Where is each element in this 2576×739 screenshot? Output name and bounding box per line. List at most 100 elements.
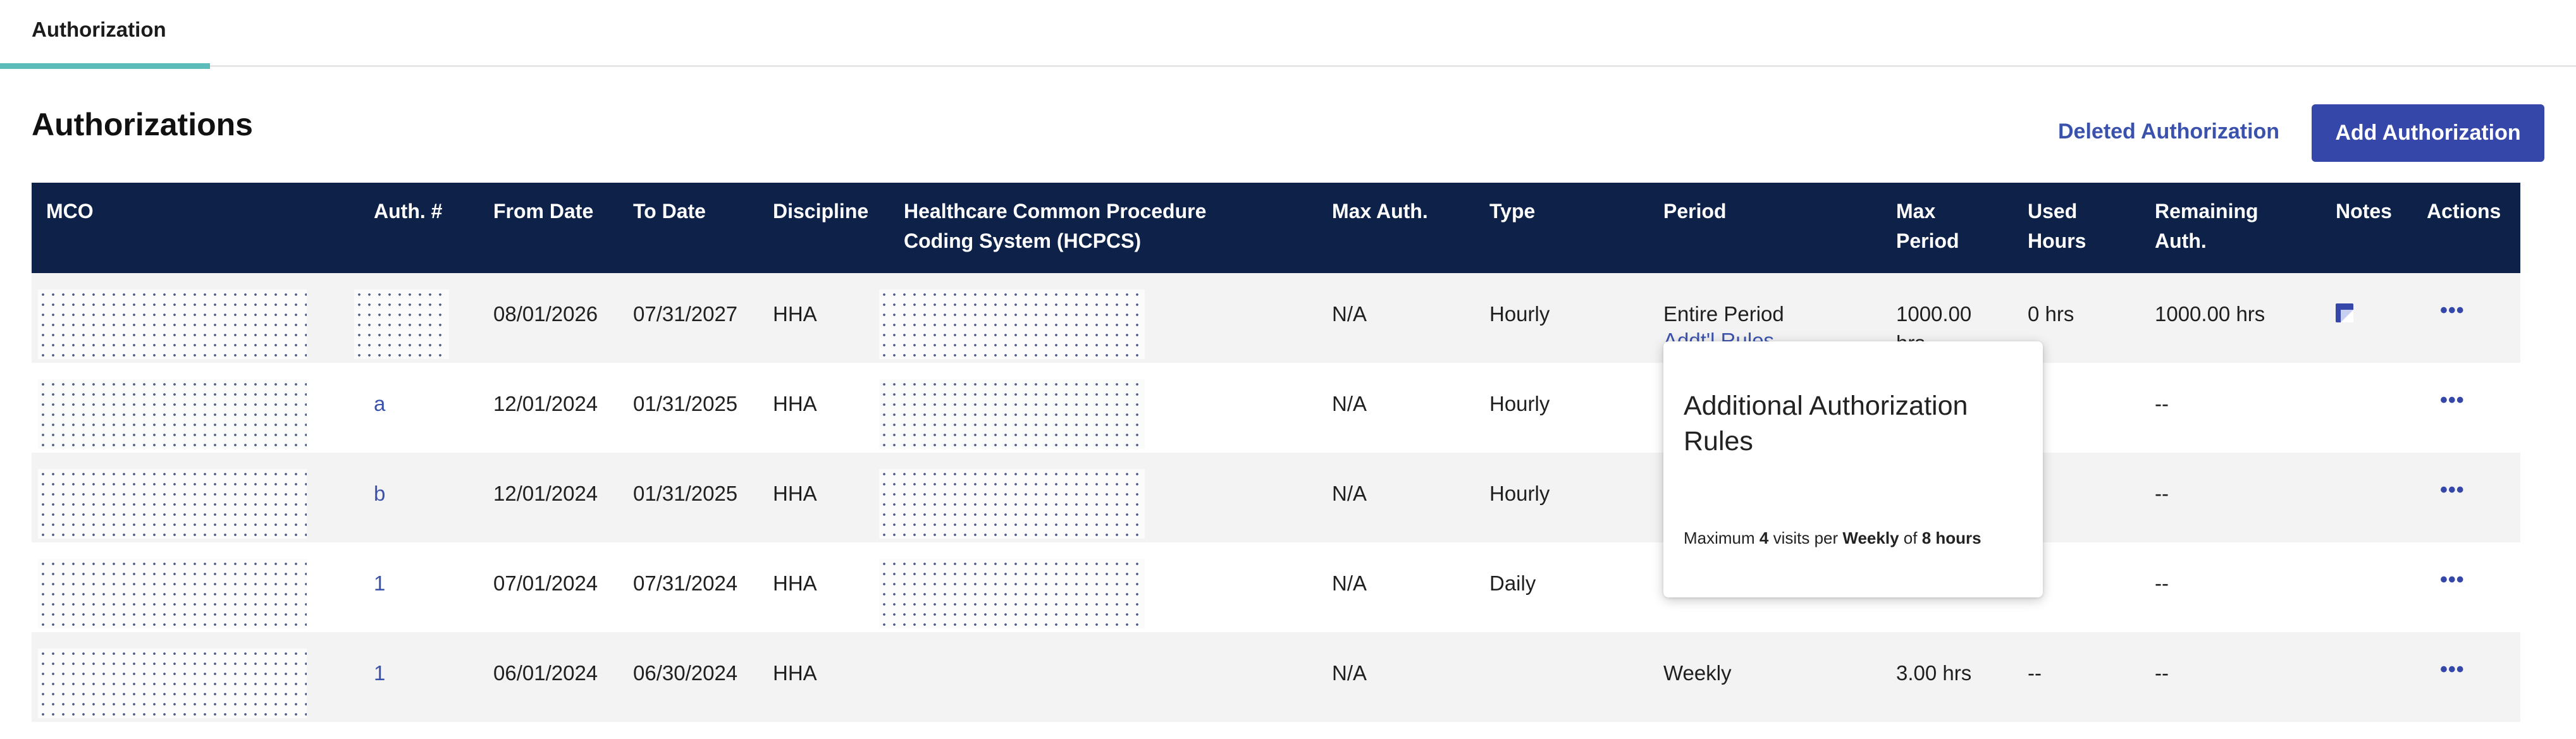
hcpcs-redacted xyxy=(879,379,1145,449)
to-date: 01/31/2025 xyxy=(633,482,738,505)
hcpcs-redacted xyxy=(879,290,1145,359)
table-row: a 12/01/2024 01/31/2025 HHA N/A Hourly -… xyxy=(32,363,2520,453)
to-date: 06/30/2024 xyxy=(633,661,738,685)
max-auth: N/A xyxy=(1332,392,1367,415)
header-remaining-line2: Auth. xyxy=(2155,229,2207,252)
table-row: 08/01/2026 07/31/2027 HHA N/A Hourly Ent… xyxy=(32,273,2520,363)
popover-rule-text: Maximum 4 visits per Weekly of 8 hours xyxy=(1684,525,2025,551)
remaining-auth: -- xyxy=(2155,661,2169,685)
header-remaining-line1: Remaining xyxy=(2155,200,2259,223)
discipline: HHA xyxy=(773,571,817,595)
header-max-period: Max Period xyxy=(1896,197,1959,256)
from-date: 12/01/2024 xyxy=(493,392,598,415)
more-horizontal-icon[interactable]: ••• xyxy=(2440,298,2465,323)
hcpcs-redacted xyxy=(879,469,1145,539)
header-type: Type xyxy=(1489,200,1536,223)
table-row: 1 07/01/2024 07/31/2024 HHA N/A Daily --… xyxy=(32,542,2520,632)
auth-number-link[interactable]: 1 xyxy=(374,569,385,598)
max-auth: N/A xyxy=(1332,482,1367,505)
header-auth-number: Auth. # xyxy=(374,200,443,223)
header-notes: Notes xyxy=(2336,200,2392,223)
auth-number-link[interactable]: b xyxy=(374,479,385,508)
used-hours: 0 hrs xyxy=(2028,302,2074,326)
additional-rules-popover: Additional Authorization Rules Maximum 4… xyxy=(1663,341,2043,597)
deleted-authorization-link[interactable]: Deleted Authorization xyxy=(2058,119,2279,144)
from-date: 07/01/2024 xyxy=(493,571,598,595)
table-header: MCO Auth. # From Date To Date Discipline… xyxy=(32,183,2520,273)
more-horizontal-icon[interactable]: ••• xyxy=(2440,657,2465,682)
table-row: b 12/01/2024 01/31/2025 HHA N/A Hourly -… xyxy=(32,453,2520,542)
header-hcpcs: Healthcare Common Procedure Coding Syste… xyxy=(904,197,1206,256)
tab-label: Authorization xyxy=(32,18,166,41)
used-hours: -- xyxy=(2028,661,2042,685)
note-icon[interactable] xyxy=(2336,303,2353,322)
header-actions: Actions xyxy=(2427,200,2501,223)
active-tab-indicator xyxy=(0,63,210,69)
tab-authorization[interactable]: Authorization xyxy=(0,0,210,69)
to-date: 07/31/2024 xyxy=(633,571,738,595)
hcpcs-redacted xyxy=(879,559,1145,628)
from-date: 08/01/2026 xyxy=(493,302,598,326)
discipline: HHA xyxy=(773,392,817,415)
type: Hourly xyxy=(1489,302,1550,326)
max-auth: N/A xyxy=(1332,571,1367,595)
header-to-date: To Date xyxy=(633,200,706,223)
auth-number-link[interactable]: 1 xyxy=(374,659,385,688)
header-used-hours: Used Hours xyxy=(2028,197,2086,256)
max-auth: N/A xyxy=(1332,302,1367,326)
header-hcpcs-line1: Healthcare Common Procedure xyxy=(904,200,1207,223)
header-max-period-line1: Max xyxy=(1896,200,1936,223)
type: Daily xyxy=(1489,571,1536,595)
more-horizontal-icon[interactable]: ••• xyxy=(2440,568,2465,592)
authorizations-table: MCO Auth. # From Date To Date Discipline… xyxy=(32,183,2520,722)
header-used-line2: Hours xyxy=(2028,229,2086,252)
more-horizontal-icon[interactable]: ••• xyxy=(2440,478,2465,503)
max-period: 3.00 hrs xyxy=(1896,661,1972,685)
auth-number-redacted xyxy=(354,290,449,359)
more-horizontal-icon[interactable]: ••• xyxy=(2440,388,2465,413)
mco-redacted xyxy=(38,469,307,539)
popover-title: Additional Authorization Rules xyxy=(1684,391,1968,456)
mco-redacted xyxy=(38,559,307,628)
header-mco: MCO xyxy=(46,200,94,223)
header-used-line1: Used xyxy=(2028,200,2078,223)
add-authorization-button[interactable]: Add Authorization xyxy=(2312,104,2544,162)
to-date: 01/31/2025 xyxy=(633,392,738,415)
remaining-auth: -- xyxy=(2155,392,2169,415)
period: Weekly xyxy=(1663,661,1732,685)
rule-hours: 8 hours xyxy=(1921,528,1981,547)
remaining-auth: -- xyxy=(2155,482,2169,505)
header-remaining-auth: Remaining Auth. xyxy=(2155,197,2259,256)
header-max-period-line2: Period xyxy=(1896,229,1959,252)
rule-text-part: of xyxy=(1899,528,1922,547)
rule-frequency: Weekly xyxy=(1842,528,1899,547)
header-discipline: Discipline xyxy=(773,200,869,223)
discipline: HHA xyxy=(773,302,817,326)
max-auth: N/A xyxy=(1332,661,1367,685)
remaining-auth: 1000.00 hrs xyxy=(2155,302,2265,326)
from-date: 12/01/2024 xyxy=(493,482,598,505)
mco-redacted xyxy=(38,649,307,718)
type: Hourly xyxy=(1489,392,1550,415)
type: Hourly xyxy=(1489,482,1550,505)
mco-redacted xyxy=(38,290,307,359)
rule-visits-count: 4 xyxy=(1759,528,1769,547)
header-hcpcs-line2: Coding System (HCPCS) xyxy=(904,229,1142,252)
discipline: HHA xyxy=(773,661,817,685)
mco-redacted xyxy=(38,379,307,449)
header-period: Period xyxy=(1663,200,1727,223)
to-date: 07/31/2027 xyxy=(633,302,738,326)
rule-text-part: Maximum xyxy=(1684,528,1759,547)
page-title: Authorizations xyxy=(32,107,253,142)
tab-bar: Authorization xyxy=(0,0,2576,69)
period: Entire Period xyxy=(1663,302,1784,326)
table-row: 1 06/01/2024 06/30/2024 HHA N/A Weekly 3… xyxy=(32,632,2520,722)
auth-number-link[interactable]: a xyxy=(374,389,385,418)
discipline: HHA xyxy=(773,482,817,505)
header-from-date: From Date xyxy=(493,200,594,223)
from-date: 06/01/2024 xyxy=(493,661,598,685)
remaining-auth: -- xyxy=(2155,571,2169,595)
max-period-value: 1000.00 xyxy=(1896,302,1972,326)
rule-text-part: visits per xyxy=(1768,528,1843,547)
header-max-auth: Max Auth. xyxy=(1332,200,1428,223)
